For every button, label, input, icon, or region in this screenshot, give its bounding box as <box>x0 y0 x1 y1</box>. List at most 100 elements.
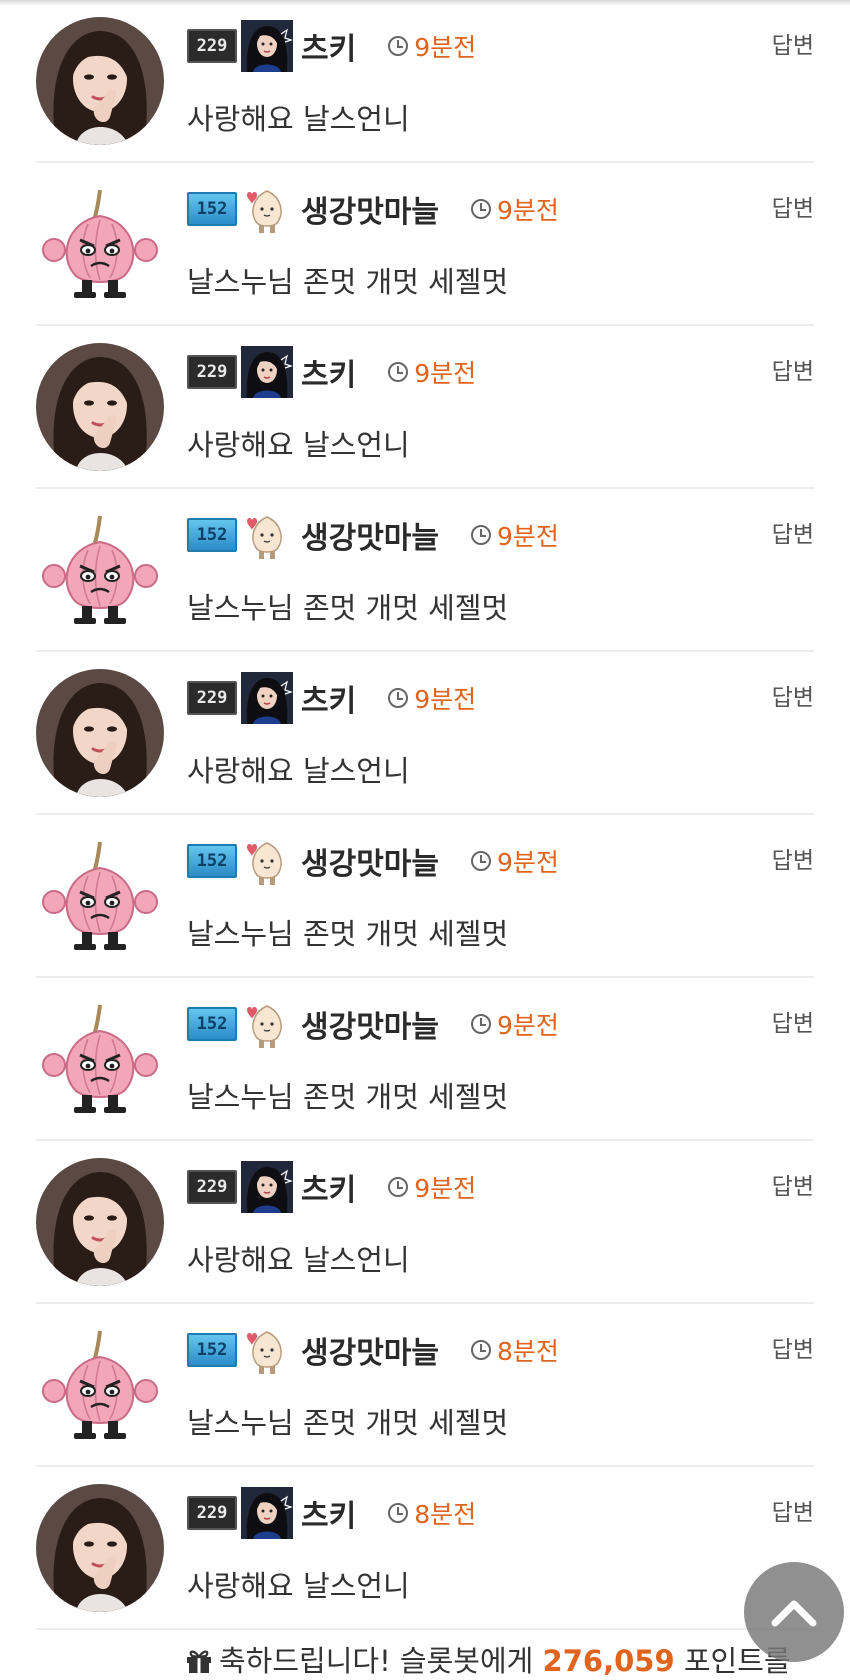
nickname[interactable]: 츠키 <box>301 1165 356 1209</box>
reply-button[interactable]: 답변 <box>772 26 814 60</box>
gift-icon <box>187 1650 211 1673</box>
comment-item: 152 생강맛마늘 9분전 답변 날스누님 존멋 개멋 세젤멋 <box>0 815 850 978</box>
comment-item: 229 츠키 9분전 답변 사랑해요 날스언니 <box>0 1141 850 1304</box>
points-notice: 축하드립니다! 슬롯봇에게 276,059 포인트를 <box>185 1638 791 1680</box>
comment-item: 152 생강맛마늘 8분전 답변 날스누님 존멋 개멋 세젤멋 <box>0 1304 850 1467</box>
comment-item: 229 츠키 9분전 답변 사랑해요 날스언니 <box>0 326 850 489</box>
profile-image[interactable] <box>241 672 293 724</box>
time-text: 9분전 <box>414 359 477 388</box>
nickname[interactable]: 츠키 <box>301 676 356 720</box>
level-badge: 229 <box>187 29 237 63</box>
profile-image[interactable] <box>241 346 293 398</box>
clock-icon <box>388 1177 409 1197</box>
comment-meta: 229 츠키 9분전 <box>187 344 476 400</box>
comment-item: 229 츠키 9분전 답변 사랑해요 날스언니 <box>0 0 850 163</box>
comment-meta: 152 생강맛마늘 9분전 <box>187 996 559 1052</box>
time-text: 9분전 <box>414 33 477 62</box>
comment-text: 사랑해요 날스언니 <box>187 1569 410 1603</box>
profile-image[interactable] <box>241 1487 293 1539</box>
nickname[interactable]: 츠키 <box>301 1491 356 1535</box>
profile-image[interactable] <box>241 509 293 561</box>
level-badge: 229 <box>187 1496 237 1530</box>
clock-icon <box>388 362 409 382</box>
reply-button[interactable]: 답변 <box>772 515 814 549</box>
comment-meta: 152 생강맛마늘 9분전 <box>187 833 559 889</box>
comment-text: 날스누님 존멋 개멋 세젤멋 <box>187 591 509 625</box>
comment-meta: 229 츠키 9분전 <box>187 1159 476 1215</box>
time-text: 9분전 <box>497 1011 559 1040</box>
avatar[interactable] <box>36 1321 164 1449</box>
nickname[interactable]: 생강맛마늘 <box>301 1328 439 1372</box>
level-badge: 152 <box>187 192 237 226</box>
reply-button[interactable]: 답변 <box>772 352 814 386</box>
timestamp: 9분전 <box>471 517 559 553</box>
reply-button[interactable]: 답변 <box>772 1167 814 1201</box>
time-text: 9분전 <box>497 196 559 225</box>
comment-meta: 152 생강맛마늘 8분전 <box>187 1322 559 1378</box>
avatar[interactable] <box>36 343 164 471</box>
level-badge: 152 <box>187 844 237 878</box>
reply-button[interactable]: 답변 <box>772 1330 814 1364</box>
reply-button[interactable]: 답변 <box>772 1493 814 1527</box>
avatar[interactable] <box>36 180 164 308</box>
time-text: 9분전 <box>414 685 477 714</box>
nickname[interactable]: 생강맛마늘 <box>301 1002 439 1046</box>
nickname[interactable]: 츠키 <box>301 350 356 394</box>
level-badge: 152 <box>187 1007 237 1041</box>
profile-image[interactable] <box>241 183 293 235</box>
nickname[interactable]: 생강맛마늘 <box>301 513 439 557</box>
clock-icon <box>388 688 409 708</box>
comment-meta: 229 츠키 8분전 <box>187 1485 476 1541</box>
comment-text: 날스누님 존멋 개멋 세젤멋 <box>187 1080 509 1114</box>
comment-list: 229 츠키 9분전 답변 사랑해요 날스언니 152 생강맛마늘 9분전 답변… <box>0 0 850 1630</box>
clock-icon <box>471 1014 491 1034</box>
time-text: 9분전 <box>414 1174 477 1203</box>
nickname[interactable]: 생강맛마늘 <box>301 839 439 883</box>
comment-item: 229 츠키 9분전 답변 사랑해요 날스언니 <box>0 652 850 815</box>
comment-item: 229 츠키 8분전 답변 사랑해요 날스언니 <box>0 1467 850 1630</box>
timestamp: 9분전 <box>471 843 559 879</box>
reply-button[interactable]: 답변 <box>772 678 814 712</box>
avatar[interactable] <box>36 832 164 960</box>
clock-icon <box>388 1503 409 1523</box>
comment-text: 날스누님 존멋 개멋 세젤멋 <box>187 265 509 299</box>
profile-image[interactable] <box>241 835 293 887</box>
reply-button[interactable]: 답변 <box>772 1004 814 1038</box>
level-badge: 229 <box>187 681 237 715</box>
level-badge: 229 <box>187 1170 237 1204</box>
avatar[interactable] <box>36 995 164 1123</box>
profile-image[interactable] <box>241 1161 293 1213</box>
avatar[interactable] <box>36 1158 164 1286</box>
avatar[interactable] <box>36 669 164 797</box>
timestamp: 9분전 <box>388 354 476 390</box>
comment-text: 날스누님 존멋 개멋 세젤멋 <box>187 1406 509 1440</box>
timestamp: 8분전 <box>471 1332 559 1368</box>
level-badge: 229 <box>187 355 237 389</box>
time-text: 8분전 <box>497 1337 559 1366</box>
comment-meta: 229 츠키 9분전 <box>187 670 476 726</box>
comment-text: 날스누님 존멋 개멋 세젤멋 <box>187 917 509 951</box>
reply-button[interactable]: 답변 <box>772 841 814 875</box>
profile-image[interactable] <box>241 20 293 72</box>
time-text: 9분전 <box>497 848 559 877</box>
avatar[interactable] <box>36 1484 164 1612</box>
timestamp: 9분전 <box>388 28 476 64</box>
comment-item: 152 생강맛마늘 9분전 답변 날스누님 존멋 개멋 세젤멋 <box>0 163 850 326</box>
timestamp: 9분전 <box>388 1169 476 1205</box>
nickname[interactable]: 생강맛마늘 <box>301 187 439 231</box>
timestamp: 8분전 <box>388 1495 476 1531</box>
clock-icon <box>471 199 491 219</box>
comment-meta: 152 생강맛마늘 9분전 <box>187 181 559 237</box>
nickname[interactable]: 츠키 <box>301 24 356 68</box>
comment-meta: 229 츠키 9분전 <box>187 18 476 74</box>
comment-item: 152 생강맛마늘 9분전 답변 날스누님 존멋 개멋 세젤멋 <box>0 978 850 1141</box>
clock-icon <box>471 1340 491 1360</box>
scroll-to-top-button[interactable] <box>744 1562 844 1662</box>
comment-text: 사랑해요 날스언니 <box>187 428 410 462</box>
level-badge: 152 <box>187 1333 237 1367</box>
avatar[interactable] <box>36 17 164 145</box>
reply-button[interactable]: 답변 <box>772 189 814 223</box>
profile-image[interactable] <box>241 1324 293 1376</box>
profile-image[interactable] <box>241 998 293 1050</box>
avatar[interactable] <box>36 506 164 634</box>
